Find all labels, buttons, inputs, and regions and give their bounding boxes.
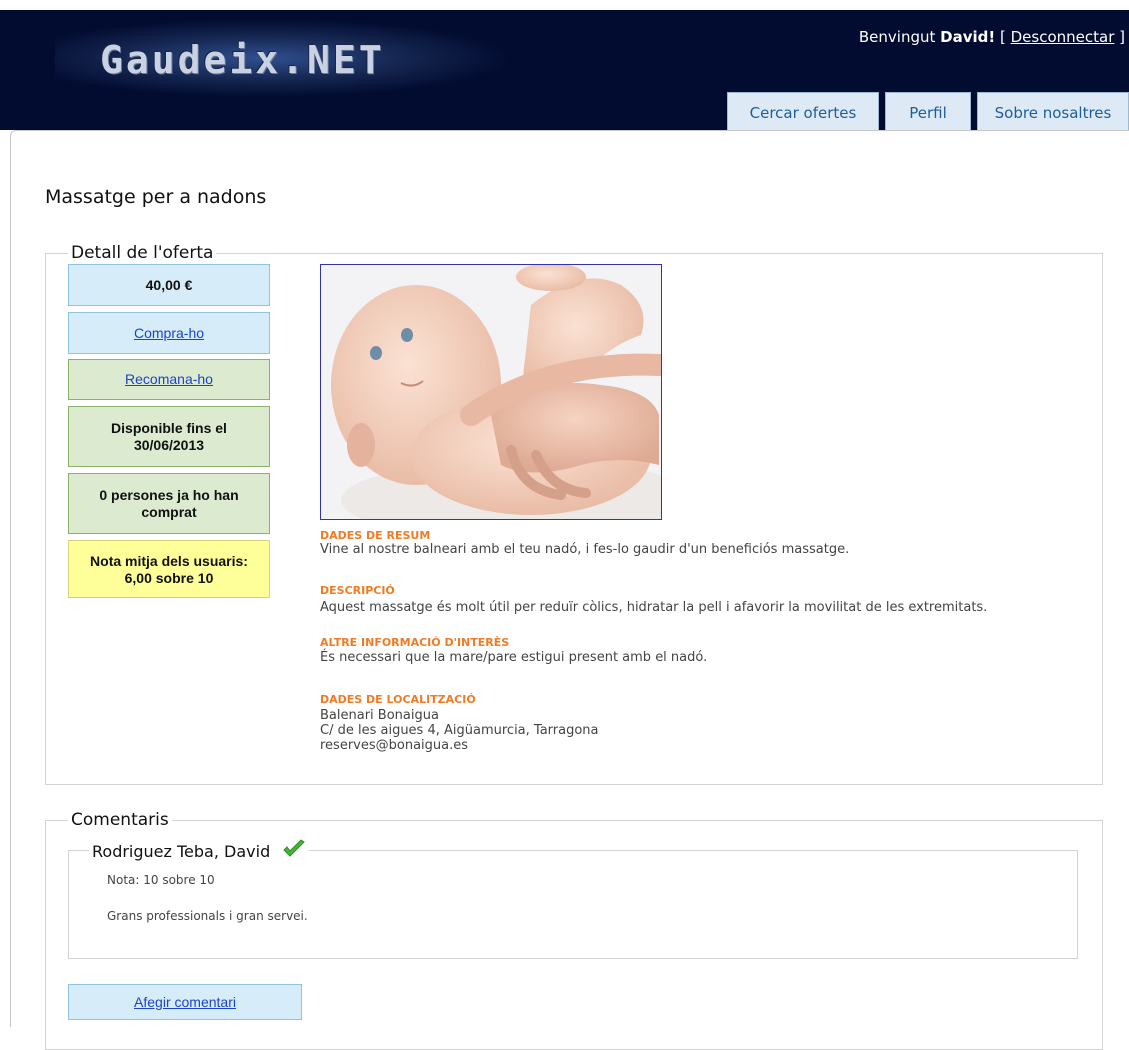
availability-card: Disponible fins el 30/06/2013 <box>68 406 270 467</box>
page-title: Massatge per a nadons <box>45 186 267 208</box>
add-comment-link[interactable]: Afegir comentari <box>134 994 236 1010</box>
description-label: DESCRIPCIÓ <box>320 584 395 597</box>
site-logo[interactable]: Gaudeix.NET <box>100 38 385 82</box>
price-card: 40,00 € <box>68 264 270 306</box>
site-header: Gaudeix.NET Benvingut David! [ Desconnec… <box>0 10 1129 133</box>
welcome-user: David! <box>940 28 996 46</box>
availability-line1: Disponible fins el <box>111 419 227 436</box>
top-strip <box>0 0 1129 10</box>
summary-label: DADES DE RESUM <box>320 529 431 542</box>
comment-rating: Nota: 10 sobre 10 <box>107 873 215 887</box>
comment-header: Rodriguez Teba, David <box>89 839 309 862</box>
comment-author: Rodriguez Teba, David <box>92 842 271 861</box>
checkmark-icon <box>282 839 305 857</box>
description-text: Aquest massatge és molt útil per reduïr … <box>320 600 988 615</box>
logout-link[interactable]: Desconnectar <box>1011 28 1115 46</box>
welcome-prefix: Benvingut <box>858 28 941 46</box>
add-comment-button[interactable]: Afegir comentari <box>68 984 302 1020</box>
other-info-text: És necessari que la mare/pare estigui pr… <box>320 650 708 665</box>
price-value: 40,00 € <box>145 276 193 293</box>
buyers-line1: 0 persones ja ho han <box>99 486 239 503</box>
rating-card: Nota mitja dels usuaris: 6,00 sobre 10 <box>68 540 270 598</box>
location-email: reserves@bonaigua.es <box>320 738 469 753</box>
offer-detail-legend: Detall de l'oferta <box>71 243 214 263</box>
buyers-card: 0 persones ja ho han comprat <box>68 473 270 534</box>
location-name: Balenari Bonaigua <box>320 708 439 723</box>
recommend-card[interactable]: Recomana-ho <box>68 359 270 400</box>
offer-photo <box>320 264 662 520</box>
welcome-message: Benvingut David! [ Desconnectar ] <box>859 28 1125 46</box>
location-label: DADES DE LOCALITZACIÓ <box>320 693 476 706</box>
buyers-line2: comprat <box>141 503 197 520</box>
bracket-close: ] <box>1114 28 1125 46</box>
tab-profile[interactable]: Perfil <box>885 92 971 133</box>
other-info-label: ALTRE INFORMACIÓ D'INTERÈS <box>320 636 510 649</box>
buy-link[interactable]: Compra-ho <box>134 325 204 342</box>
summary-text: Vine al nostre balneari amb el teu nadó,… <box>320 542 850 557</box>
bracket-open: [ <box>995 28 1011 46</box>
rating-line2: 6,00 sobre 10 <box>124 570 214 586</box>
buy-card[interactable]: Compra-ho <box>68 312 270 354</box>
baby-massage-illustration <box>321 265 661 519</box>
tab-search-offers[interactable]: Cercar ofertes <box>727 92 879 133</box>
availability-line2: 30/06/2013 <box>133 436 205 453</box>
rating-line1: Nota mitja dels usuaris: <box>90 553 248 569</box>
comment-text: Grans professionals i gran servei. <box>107 909 308 923</box>
recommend-link[interactable]: Recomana-ho <box>125 371 213 388</box>
comment-item: Rodriguez Teba, David <box>68 839 1078 959</box>
location-address: C/ de les aigues 4, Aigüamurcia, Tarrago… <box>320 723 599 738</box>
tab-about-us[interactable]: Sobre nosaltres <box>977 92 1129 133</box>
comments-legend: Comentaris <box>71 810 169 830</box>
